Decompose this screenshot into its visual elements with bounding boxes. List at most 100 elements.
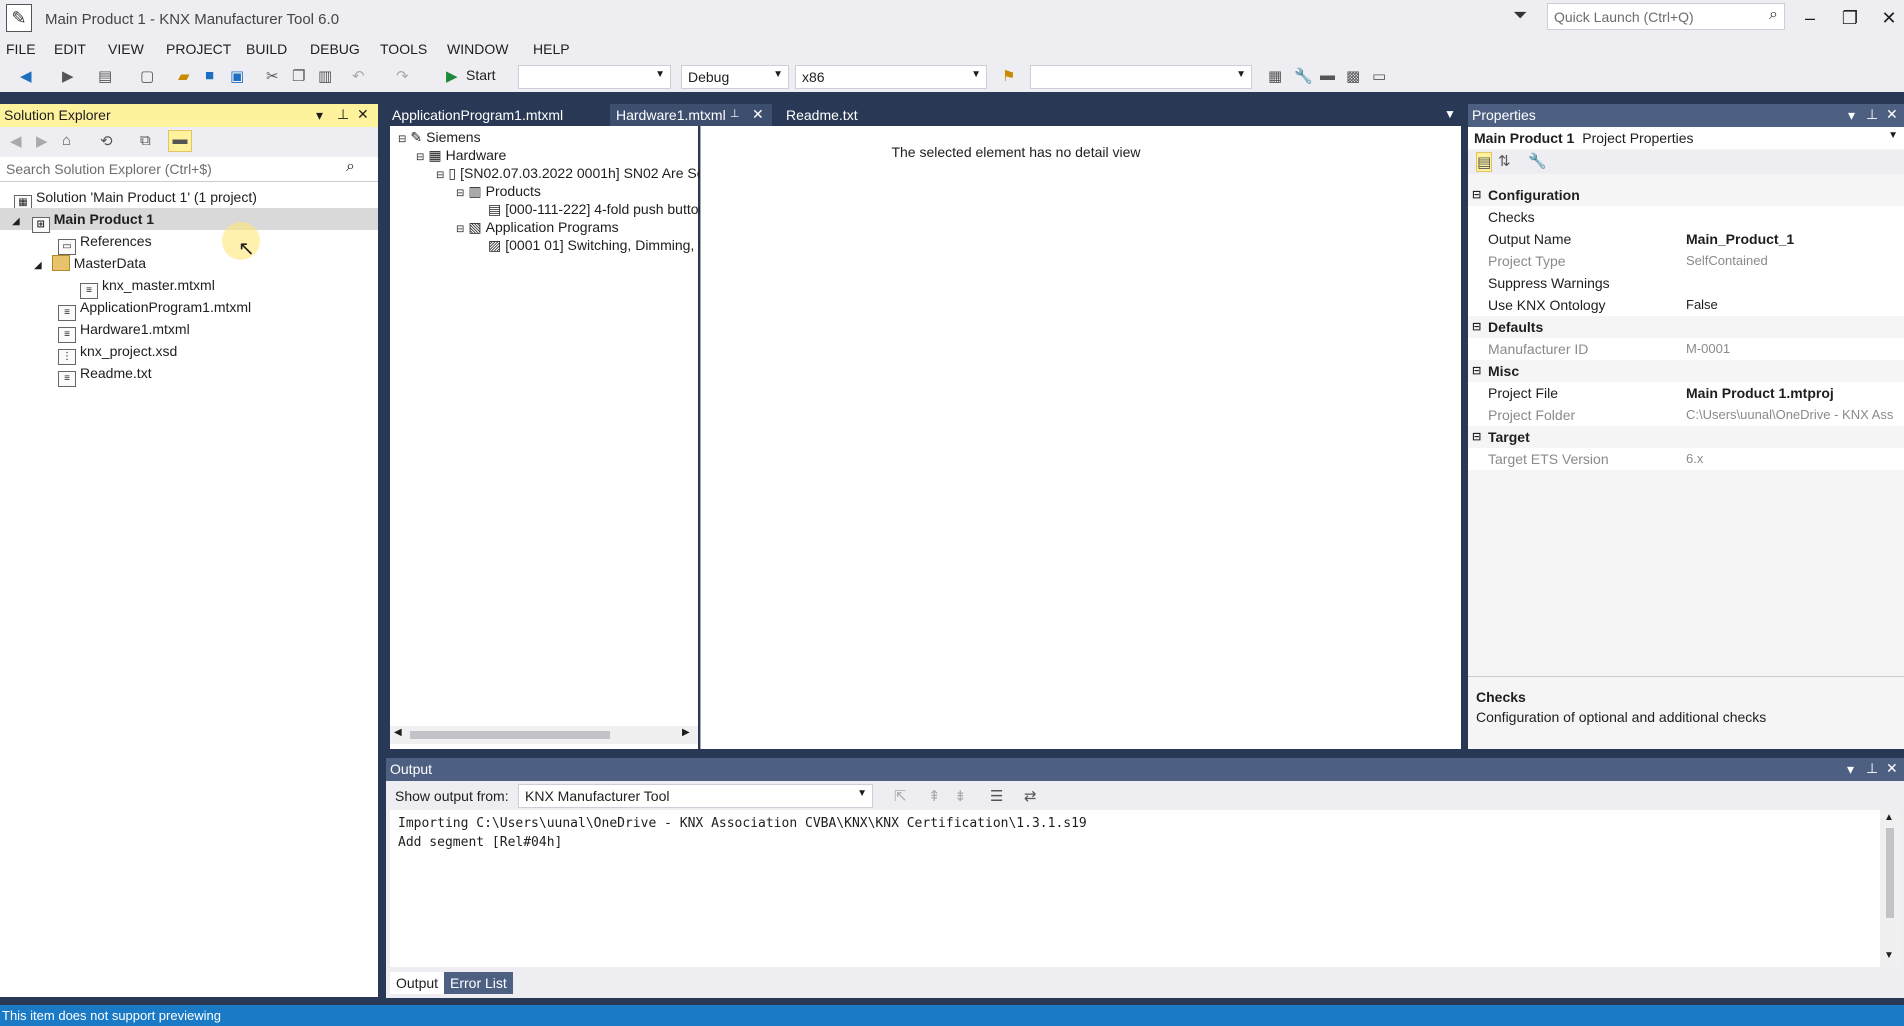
collapse-icon[interactable]: ⊟ bbox=[456, 188, 464, 199]
output-text-area[interactable]: Importing C:\Users\uunal\OneDrive - KNX … bbox=[390, 810, 1880, 967]
property-category[interactable]: ⊟ Misc bbox=[1468, 360, 1904, 382]
property-row[interactable]: Output Name Main_Product_1 bbox=[1468, 228, 1904, 250]
property-category[interactable]: ⊟ Defaults bbox=[1468, 316, 1904, 338]
minimize-button[interactable]: – bbox=[1790, 4, 1830, 32]
menu-window[interactable]: WINDOW bbox=[447, 41, 508, 57]
tab-list-dropdown-icon[interactable]: ▼ bbox=[1444, 107, 1456, 121]
pin-icon[interactable]: ⊥ bbox=[337, 106, 349, 123]
scrollbar-thumb[interactable] bbox=[1886, 828, 1894, 918]
save-icon[interactable]: ■ bbox=[205, 67, 214, 84]
previous-message-icon[interactable]: ⇞ bbox=[928, 787, 941, 805]
close-icon[interactable]: ✕ bbox=[1886, 760, 1898, 777]
tree-item-project[interactable]: ◢ ⊞ Main Product 1 bbox=[0, 208, 378, 233]
find-dropdown[interactable]: ▼ bbox=[1030, 65, 1252, 89]
property-row[interactable]: Project Type SelfContained bbox=[1468, 250, 1904, 272]
property-row[interactable]: Use KNX Ontology False bbox=[1468, 294, 1904, 316]
collapse-icon[interactable]: ⊟ bbox=[1472, 316, 1481, 338]
scroll-right-icon[interactable]: ▶ bbox=[682, 727, 690, 738]
property-row[interactable]: Suppress Warnings bbox=[1468, 272, 1904, 294]
dropdown-arrow-icon[interactable]: ▾ bbox=[316, 107, 323, 124]
paste-icon[interactable]: ▥ bbox=[318, 67, 332, 85]
pin-icon[interactable]: ⊥ bbox=[730, 107, 740, 120]
close-icon[interactable]: ✕ bbox=[357, 106, 369, 123]
expand-arrow-icon[interactable]: ◢ bbox=[12, 216, 20, 227]
config-dropdown[interactable]: Debug ▼ bbox=[681, 65, 789, 89]
collapse-icon[interactable]: ⊟ bbox=[416, 152, 424, 163]
toolbox-icon[interactable]: ▬ bbox=[1320, 67, 1335, 84]
platform-dropdown[interactable]: x86 ▼ bbox=[795, 65, 987, 89]
categorized-icon[interactable]: ▤ bbox=[1476, 152, 1493, 172]
expand-arrow-icon[interactable]: ◢ bbox=[34, 260, 42, 271]
forward-icon[interactable]: ▶ bbox=[62, 67, 74, 85]
collapse-icon[interactable]: ⊟ bbox=[398, 134, 406, 145]
collapse-icon[interactable]: ⊟ bbox=[1472, 426, 1481, 448]
forward-icon[interactable]: ▶ bbox=[36, 132, 48, 150]
tab-error-list[interactable]: Error List bbox=[444, 972, 513, 994]
redo-icon[interactable]: ↷ bbox=[396, 67, 409, 85]
tree-item-hardware[interactable]: ≡ Hardware1.mtxml bbox=[58, 318, 190, 343]
collapse-icon[interactable]: ⊟ bbox=[436, 170, 444, 181]
tab-application-program[interactable]: ApplicationProgram1.mtxml bbox=[386, 104, 569, 126]
sync-icon[interactable]: ⟲ bbox=[100, 132, 113, 150]
window-icon[interactable]: ▭ bbox=[1372, 67, 1386, 85]
vertical-scrollbar[interactable]: ▲ ▼ bbox=[1880, 810, 1900, 967]
output-source-dropdown[interactable]: KNX Manufacturer Tool ▼ bbox=[518, 784, 873, 808]
open-folder-icon[interactable]: ▰ bbox=[178, 67, 190, 85]
start-icon[interactable]: ▶ bbox=[446, 67, 458, 85]
new-project-icon[interactable]: ▤ bbox=[98, 67, 112, 85]
find-message-icon[interactable]: ⇱ bbox=[894, 787, 907, 805]
property-row[interactable]: Project File Main Product 1.mtproj bbox=[1468, 382, 1904, 404]
preview-toggle-icon[interactable]: ▬ bbox=[168, 130, 192, 152]
menu-view[interactable]: VIEW bbox=[108, 41, 144, 57]
menu-project[interactable]: PROJECT bbox=[166, 41, 231, 57]
property-category[interactable]: ⊟ Target bbox=[1468, 426, 1904, 448]
dropdown-arrow-icon[interactable]: ▾ bbox=[1847, 761, 1854, 778]
collapse-icon[interactable]: ⊟ bbox=[1472, 360, 1481, 382]
home-icon[interactable]: ⌂ bbox=[62, 132, 71, 149]
pin-icon[interactable]: ⊥ bbox=[1866, 106, 1878, 123]
menu-debug[interactable]: DEBUG bbox=[310, 41, 360, 57]
collapse-icon[interactable]: ⊟ bbox=[1472, 184, 1481, 206]
scroll-left-icon[interactable]: ◀ bbox=[394, 727, 402, 738]
undo-icon[interactable]: ↶ bbox=[352, 67, 365, 85]
pin-icon[interactable]: ⊥ bbox=[1866, 760, 1878, 777]
menu-help[interactable]: HELP bbox=[533, 41, 570, 57]
scroll-down-icon[interactable]: ▼ bbox=[1884, 950, 1894, 961]
back-icon[interactable]: ◀ bbox=[20, 67, 32, 85]
clear-all-icon[interactable]: ☰ bbox=[990, 787, 1003, 805]
back-icon[interactable]: ◀ bbox=[10, 132, 22, 150]
start-button[interactable]: Start bbox=[466, 67, 496, 83]
close-window-button[interactable]: ✕ bbox=[1869, 4, 1904, 32]
find-icon[interactable]: ⚑ bbox=[1002, 67, 1015, 85]
alphabetical-icon[interactable]: ⇅ bbox=[1498, 152, 1511, 170]
tab-hardware[interactable]: Hardware1.mtxml ⊥ ✕ bbox=[610, 104, 772, 126]
solution-explorer-search[interactable]: Search Solution Explorer (Ctrl+$) ⌕ bbox=[0, 157, 378, 182]
tree-item-references[interactable]: ▭ References bbox=[58, 230, 152, 255]
tree-item-knx-master[interactable]: ≡ knx_master.mtxml bbox=[80, 274, 215, 299]
menu-edit[interactable]: EDIT bbox=[54, 41, 86, 57]
tree-item-application-program[interactable]: ≡ ApplicationProgram1.mtxml bbox=[58, 296, 251, 321]
restore-button[interactable]: ❐ bbox=[1830, 4, 1870, 32]
solution-view-icon[interactable]: ▦ bbox=[1268, 67, 1282, 85]
properties-object-selector[interactable]: Main Product 1 Project Properties ▼ bbox=[1468, 127, 1904, 149]
layout-icon[interactable]: ▩ bbox=[1346, 67, 1360, 85]
tree-item-solution[interactable]: ▦ Solution 'Main Product 1' (1 project) bbox=[14, 186, 257, 211]
menu-tools[interactable]: TOOLS bbox=[380, 41, 427, 57]
dropdown-arrow-icon[interactable]: ▾ bbox=[1848, 107, 1855, 124]
horizontal-scrollbar[interactable]: ◀ ▶ bbox=[390, 726, 698, 744]
close-icon[interactable]: ✕ bbox=[1886, 106, 1898, 123]
menu-file[interactable]: FILE bbox=[6, 41, 36, 57]
property-category[interactable]: ⊟ Configuration bbox=[1468, 184, 1904, 206]
word-wrap-icon[interactable]: ⇄ bbox=[1024, 787, 1037, 805]
property-row[interactable]: Checks bbox=[1468, 206, 1904, 228]
property-row[interactable]: Manufacturer ID M-0001 bbox=[1468, 338, 1904, 360]
hw-node-switching[interactable]: ▨ [0001 01] Switching, Dimming, Sl bbox=[488, 234, 711, 256]
scrollbar-thumb[interactable] bbox=[410, 731, 610, 739]
copy-icon[interactable]: ❐ bbox=[292, 67, 305, 85]
tree-item-masterdata[interactable]: ◢ MasterData bbox=[34, 252, 146, 274]
collapse-icon[interactable]: ⊟ bbox=[456, 224, 464, 235]
tree-item-readme[interactable]: ≡ Readme.txt bbox=[58, 362, 152, 387]
save-all-icon[interactable]: ▣ bbox=[230, 67, 244, 85]
collapse-all-icon[interactable]: ⧉ bbox=[140, 132, 151, 149]
close-tab-icon[interactable]: ✕ bbox=[752, 106, 764, 123]
